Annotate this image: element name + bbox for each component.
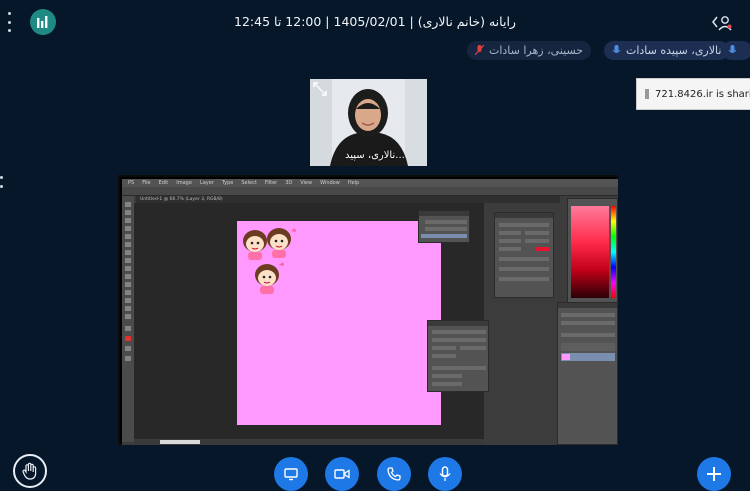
panel-resize-handle[interactable] bbox=[0, 176, 4, 188]
video-button[interactable] bbox=[325, 457, 359, 491]
talker-name: حسینی، زهرا سادات bbox=[489, 44, 584, 57]
ps-menu-item: Edit bbox=[158, 180, 169, 186]
talker-name: نالاری، سپیده سادات bbox=[626, 44, 722, 57]
ps-menu-item: Type bbox=[221, 180, 234, 186]
talking-indicator-3[interactable] bbox=[722, 41, 750, 60]
ps-menu-item: Layer bbox=[199, 180, 214, 186]
microphone-button[interactable] bbox=[428, 457, 462, 491]
user-list-toggle[interactable] bbox=[712, 14, 732, 32]
ps-layers-panel bbox=[557, 302, 618, 445]
ps-menu-item: Select bbox=[241, 180, 257, 186]
ps-toolbar bbox=[122, 196, 134, 442]
ps-paragraph-panel bbox=[427, 320, 489, 392]
ps-menubar: PS File Edit Image Layer Type Select Fil… bbox=[122, 179, 618, 187]
cartoon-girls-image bbox=[243, 228, 296, 294]
screen-share-notification[interactable]: 721.8426.ir is sharing a w bbox=[636, 78, 750, 110]
ps-artboard bbox=[237, 221, 441, 425]
screen-share-icon bbox=[284, 468, 298, 481]
ps-color-field bbox=[571, 206, 609, 298]
ps-menu-item: Help bbox=[347, 180, 360, 186]
ps-menu-item: Image bbox=[176, 180, 192, 186]
screenshare-view[interactable]: PS File Edit Image Layer Type Select Fil… bbox=[118, 175, 618, 445]
ps-history-panel bbox=[418, 210, 470, 243]
ps-hue-slider bbox=[611, 206, 616, 298]
ps-character-panel bbox=[494, 212, 554, 298]
ps-tab-label: Untitled-1 @ 66.7% (Layer 3, RGB/8) bbox=[140, 197, 223, 202]
microphone-icon bbox=[728, 45, 737, 53]
raise-hand-button[interactable] bbox=[13, 454, 47, 488]
ps-menu-item: Filter bbox=[264, 180, 278, 186]
session-title: رایانه (خانم نالاری) | 1405/02/01 | 12:0… bbox=[234, 14, 516, 29]
microphone-muted-icon bbox=[475, 45, 484, 56]
microphone-icon bbox=[612, 45, 621, 53]
share-screen-button[interactable] bbox=[274, 457, 308, 491]
audio-button[interactable] bbox=[377, 457, 411, 491]
talking-indicator-1[interactable]: نالاری، سپیده سادات bbox=[604, 41, 730, 60]
hand-icon bbox=[22, 462, 37, 480]
actions-plus-button[interactable] bbox=[697, 457, 731, 491]
ps-menu-item: PS bbox=[128, 180, 135, 186]
phone-icon bbox=[387, 467, 401, 481]
webcam-username: نالاری، سپید... bbox=[345, 150, 405, 161]
video-camera-icon bbox=[334, 469, 350, 479]
ps-menu-item: View bbox=[300, 180, 313, 186]
pause-icon bbox=[645, 89, 649, 99]
ps-menu-item: Window bbox=[320, 180, 340, 186]
shared-photoshop-window: PS File Edit Image Layer Type Select Fil… bbox=[122, 179, 618, 445]
ps-zoom-field bbox=[160, 440, 200, 444]
talking-indicator-2[interactable]: حسینی، زهرا سادات bbox=[467, 41, 592, 60]
fullscreen-icon[interactable] bbox=[313, 82, 327, 96]
ps-menu-item: File bbox=[142, 180, 151, 186]
notification-text: 721.8426.ir is sharing a w bbox=[655, 88, 750, 100]
ps-menu-item: 3D bbox=[285, 180, 293, 186]
users-icon bbox=[712, 16, 732, 31]
ps-document-tab: Untitled-1 @ 66.7% (Layer 3, RGB/8) bbox=[136, 196, 560, 203]
ps-options-bar bbox=[122, 187, 618, 196]
